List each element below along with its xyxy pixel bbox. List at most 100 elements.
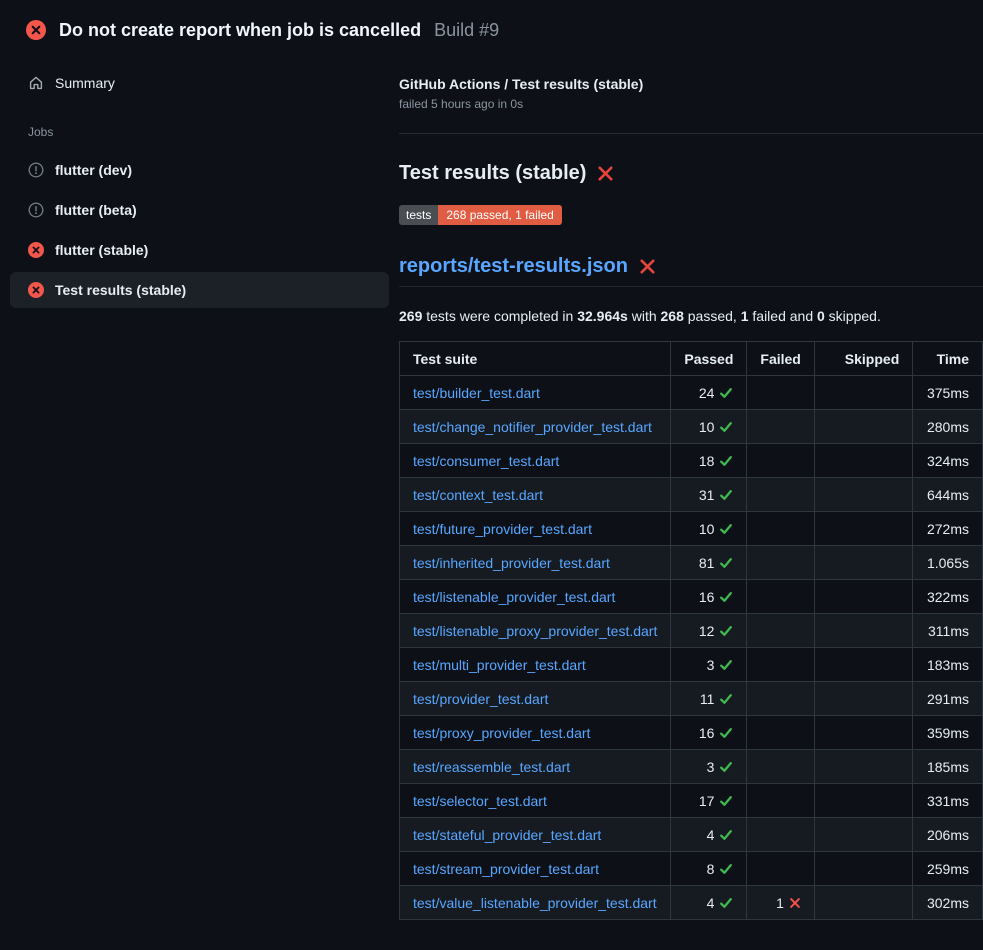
suite-link[interactable]: test/future_provider_test.dart bbox=[413, 521, 592, 537]
suite-link[interactable]: test/selector_test.dart bbox=[413, 793, 547, 809]
page-header: Do not create report when job is cancell… bbox=[0, 0, 983, 44]
table-row: test/selector_test.dart17331ms bbox=[400, 784, 983, 818]
test-summary-line: 269 tests were completed in 32.964s with… bbox=[399, 306, 983, 326]
failed-cell bbox=[747, 682, 814, 716]
tests-badge: tests 268 passed, 1 failed bbox=[399, 205, 562, 225]
suite-link[interactable]: test/provider_test.dart bbox=[413, 691, 548, 707]
sidebar-item-test-results-stable[interactable]: Test results (stable) bbox=[10, 272, 389, 308]
main-content: GitHub Actions / Test results (stable) f… bbox=[399, 44, 983, 920]
sidebar-item-flutter-beta[interactable]: flutter (beta) bbox=[10, 192, 389, 228]
passed-cell-count: 18 bbox=[699, 453, 715, 469]
report-file-heading[interactable]: reports/test-results.json bbox=[399, 256, 983, 287]
time-cell: 302ms bbox=[913, 886, 983, 920]
sidebar: Summary Jobs flutter (dev) flutter (beta)… bbox=[0, 44, 399, 920]
sidebar-item-summary[interactable]: Summary bbox=[0, 72, 399, 94]
passed-cell-count: 31 bbox=[699, 487, 715, 503]
check-icon bbox=[719, 692, 733, 706]
suite-link[interactable]: test/context_test.dart bbox=[413, 487, 543, 503]
col-header-failed: Failed bbox=[747, 342, 814, 376]
suite-link[interactable]: test/inherited_provider_test.dart bbox=[413, 555, 610, 571]
job-label: flutter (dev) bbox=[55, 162, 132, 178]
suite-cell: test/value_listenable_provider_test.dart bbox=[400, 886, 671, 920]
skipped-cell bbox=[814, 546, 912, 580]
suite-link[interactable]: test/change_notifier_provider_test.dart bbox=[413, 419, 652, 435]
skipped-cell bbox=[814, 410, 912, 444]
table-body: test/builder_test.dart24375mstest/change… bbox=[400, 376, 983, 920]
sidebar-item-flutter-dev[interactable]: flutter (dev) bbox=[10, 152, 389, 188]
suite-link[interactable]: test/builder_test.dart bbox=[413, 385, 540, 401]
failed-cell bbox=[747, 512, 814, 546]
check-icon bbox=[719, 828, 733, 842]
failed-cell: 1 bbox=[747, 886, 814, 920]
table-row: test/context_test.dart31644ms bbox=[400, 478, 983, 512]
skipped-cell bbox=[814, 512, 912, 546]
neutral-status-icon bbox=[28, 162, 44, 178]
suite-link[interactable]: test/listenable_provider_test.dart bbox=[413, 589, 615, 605]
passed-cell-count: 17 bbox=[699, 793, 715, 809]
summary-segment: passed, bbox=[684, 308, 741, 324]
suite-cell: test/stateful_provider_test.dart bbox=[400, 818, 671, 852]
check-icon bbox=[719, 794, 733, 808]
suite-link[interactable]: test/value_listenable_provider_test.dart bbox=[413, 895, 657, 911]
summary-segment: tests were completed in bbox=[422, 308, 577, 324]
table-head: Test suitePassedFailedSkippedTime bbox=[400, 342, 983, 376]
table-row: test/value_listenable_provider_test.dart… bbox=[400, 886, 983, 920]
suite-link[interactable]: test/proxy_provider_test.dart bbox=[413, 725, 590, 741]
summary-segment: failed and bbox=[749, 308, 818, 324]
passed-cell-count: 16 bbox=[699, 725, 715, 741]
passed-cell: 8 bbox=[671, 852, 747, 886]
failed-status-icon bbox=[28, 282, 44, 298]
suite-link[interactable]: test/multi_provider_test.dart bbox=[413, 657, 586, 673]
time-cell: 322ms bbox=[913, 580, 983, 614]
job-label: Test results (stable) bbox=[55, 282, 186, 298]
table-row: test/future_provider_test.dart10272ms bbox=[400, 512, 983, 546]
passed-cell: 31 bbox=[671, 478, 747, 512]
jobs-section-label: Jobs bbox=[28, 125, 399, 139]
suite-link[interactable]: test/listenable_proxy_provider_test.dart bbox=[413, 623, 657, 639]
results-table: Test suitePassedFailedSkippedTime test/b… bbox=[399, 341, 983, 920]
table-row: test/builder_test.dart24375ms bbox=[400, 376, 983, 410]
time-cell: 1.065s bbox=[913, 546, 983, 580]
failed-cell bbox=[747, 716, 814, 750]
skipped-cell bbox=[814, 716, 912, 750]
table-row: test/stateful_provider_test.dart4206ms bbox=[400, 818, 983, 852]
table-row: test/inherited_provider_test.dart 81 1.065… bbox=[400, 546, 983, 580]
run-meta: failed 5 hours ago in 0s bbox=[399, 97, 983, 111]
badge-value: 268 passed, 1 failed bbox=[438, 205, 561, 225]
passed-cell: 3 bbox=[671, 648, 747, 682]
suite-link[interactable]: test/reassemble_test.dart bbox=[413, 759, 570, 775]
passed-cell: 17 bbox=[671, 784, 747, 818]
failed-cell bbox=[747, 750, 814, 784]
passed-cell-count: 10 bbox=[699, 419, 715, 435]
suite-link[interactable]: test/stateful_provider_test.dart bbox=[413, 827, 601, 843]
fail-x-icon bbox=[597, 165, 614, 182]
passed-cell-count: 81 bbox=[699, 555, 715, 571]
check-icon bbox=[719, 590, 733, 604]
failed-cell bbox=[747, 852, 814, 886]
suite-cell: test/context_test.dart bbox=[400, 478, 671, 512]
passed-cell-count: 4 bbox=[707, 895, 715, 911]
suite-cell: test/future_provider_test.dart bbox=[400, 512, 671, 546]
suite-cell: test/stream_provider_test.dart bbox=[400, 852, 671, 886]
col-header-test-suite: Test suite bbox=[400, 342, 671, 376]
check-icon bbox=[719, 896, 733, 910]
check-icon bbox=[719, 386, 733, 400]
suite-link[interactable]: test/consumer_test.dart bbox=[413, 453, 559, 469]
table-row: test/change_notifier_provider_test.dart 1… bbox=[400, 410, 983, 444]
check-icon bbox=[719, 488, 733, 502]
summary-segment: 269 bbox=[399, 308, 422, 324]
suite-cell: test/consumer_test.dart bbox=[400, 444, 671, 478]
failed-cell-count: 1 bbox=[776, 895, 784, 911]
suite-cell: test/change_notifier_provider_test.dart bbox=[400, 410, 671, 444]
failed-cell bbox=[747, 410, 814, 444]
passed-cell: 11 bbox=[671, 682, 747, 716]
table-row: test/listenable_proxy_provider_test.dart… bbox=[400, 614, 983, 648]
fail-x-icon bbox=[639, 258, 656, 275]
skipped-cell bbox=[814, 580, 912, 614]
table-row: test/proxy_provider_test.dart16359ms bbox=[400, 716, 983, 750]
passed-cell: 3 bbox=[671, 750, 747, 784]
report-file-link[interactable]: reports/test-results.json bbox=[399, 256, 628, 277]
suite-link[interactable]: test/stream_provider_test.dart bbox=[413, 861, 599, 877]
check-title-heading: Test results (stable) bbox=[399, 160, 983, 186]
sidebar-item-flutter-stable[interactable]: flutter (stable) bbox=[10, 232, 389, 268]
